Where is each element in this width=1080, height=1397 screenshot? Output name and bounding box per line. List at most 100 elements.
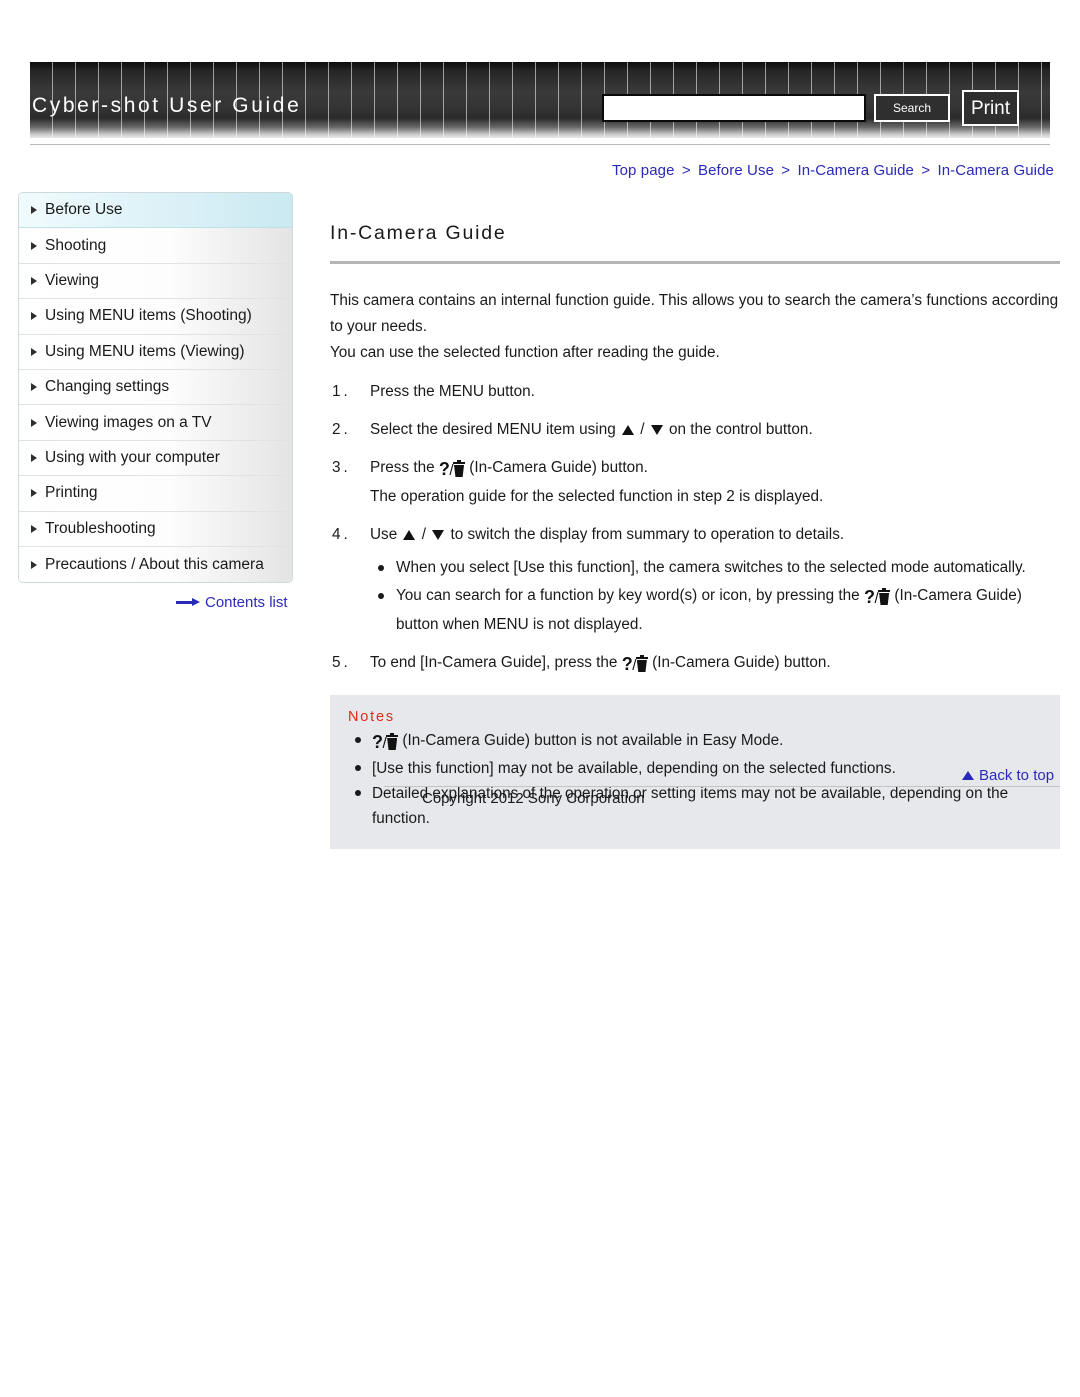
chevron-right-icon [31,453,37,462]
sidebar-item-shooting[interactable]: Shooting [19,228,292,264]
step-text-after: (In-Camera Guide) button. [469,459,648,476]
sidebar-item-label: Viewing [45,271,100,289]
breadcrumb-item-top-page[interactable]: Top page [612,162,675,179]
sidebar-item-using-with-your-computer[interactable]: Using with your computer [19,440,292,477]
breadcrumb-item-current[interactable]: In-Camera Guide [937,162,1054,179]
step-4-bullet-1: When you select [Use this function], the… [370,555,1060,581]
note-item-1: ?/ (In-Camera Guide) button is not avail… [348,728,1042,756]
note-item-2: [Use this function] may not be available… [348,756,1042,781]
triangle-up-icon [962,771,974,780]
sidebar-item-before-use[interactable]: Before Use [19,193,292,229]
step-number: 5. [332,654,351,671]
notes-box: Notes ?/ (In-Camera Guide) button is not… [330,695,1060,849]
title-divider [330,261,1060,264]
copyright-text: Copyright 2012 Sony Corporation [422,790,645,807]
bullet-text: When you select [Use this function], the… [396,559,1026,576]
back-to-top-label: Back to top [979,767,1055,784]
question-trash-icon: ?/ [372,730,399,756]
triangle-up-icon [621,425,634,435]
triangle-up-icon [403,530,416,540]
sidebar-item-label: Shooting [45,236,107,254]
triangle-down-icon [432,530,445,540]
sidebar-item-using-menu-items-viewing[interactable]: Using MENU items (Viewing) [19,334,292,370]
step-3: 3. Press the ?/ (In-Camera Guide) button… [330,455,1060,510]
note-text: (In-Camera Guide) button is not availabl… [402,732,784,749]
intro-paragraph-1: This camera contains an internal functio… [330,292,1059,335]
step-text-before: Press the [370,459,435,476]
chevron-right-icon [31,206,37,215]
step-text-before: Select the desired MENU item using [370,421,616,438]
sidebar-item-printing[interactable]: Printing [19,476,292,512]
chevron-right-icon [31,312,37,321]
chevron-right-icon [31,560,37,569]
chevron-right-icon [31,276,37,285]
step-text-before: Use [370,526,398,543]
step-number: 4. [332,526,351,543]
bullet-text-before: You can search for a function by key wor… [396,587,860,604]
arrow-right-icon [176,598,201,607]
sidebar-item-label: Viewing images on a TV [45,413,212,431]
step-4-bullet-2: You can search for a function by key wor… [370,583,1060,638]
sidebar-item-label: Precautions / About this camera [45,555,264,573]
step-text-before: To end [In-Camera Guide], press the [370,654,618,671]
sidebar-item-label: Before Use [45,201,123,219]
breadcrumb-separator: > [681,162,691,179]
breadcrumb-item-before-use[interactable]: Before Use [698,162,774,179]
breadcrumb: Top page > Before Use > In-Camera Guide … [612,162,1054,179]
intro-paragraph-2: You can use the selected function after … [330,344,720,361]
question-trash-icon: ?/ [864,584,891,612]
notes-list: ?/ (In-Camera Guide) button is not avail… [348,728,1042,831]
sidebar-item-viewing-images-on-a-tv[interactable]: Viewing images on a TV [19,405,292,441]
chevron-right-icon [31,524,37,533]
search-input[interactable] [602,94,866,122]
breadcrumb-separator: > [921,162,931,179]
step-text-after: to switch the display from summary to op… [450,526,845,543]
step-text-middle: / [640,421,645,438]
site-title: Cyber-shot User Guide [32,94,302,117]
question-trash-icon: ?/ [439,456,466,484]
notes-title: Notes [348,709,395,725]
chevron-right-icon [31,241,37,250]
step-number: 1. [332,383,351,400]
triangle-down-icon [650,425,663,435]
footer-divider [384,786,1060,787]
sidebar-item-label: Troubleshooting [45,519,156,537]
contents-list-label: Contents list [205,594,288,611]
step-text-after: (In-Camera Guide) button. [652,654,831,671]
step-4: 4. Use / to switch the display from summ… [330,522,1060,638]
sidebar-item-label: Using MENU items (Viewing) [45,342,245,360]
sidebar-item-label: Changing settings [45,378,170,396]
print-button[interactable]: Print [962,90,1019,126]
main-content: In-Camera Guide This camera contains an … [330,222,1060,849]
step-number: 3. [332,459,351,476]
question-trash-icon: ?/ [622,651,648,679]
contents-list-link[interactable]: Contents list [176,594,288,611]
back-to-top-link[interactable]: Back to top [962,767,1054,784]
step-5: 5. To end [In-Camera Guide], press the ?… [330,650,1060,679]
step-2: 2. Select the desired MENU item using / … [330,417,1060,443]
sidebar-item-viewing[interactable]: Viewing [19,263,292,300]
search-button[interactable]: Search [874,94,950,122]
step-text-middle: / [421,526,426,543]
chevron-right-icon [31,489,37,498]
sidebar-item-changing-settings[interactable]: Changing settings [19,369,292,406]
sidebar-item-troubleshooting[interactable]: Troubleshooting [19,511,292,547]
note-text: [Use this function] may not be available… [372,760,896,777]
sidebar-item-using-menu-items-shooting[interactable]: Using MENU items (Shooting) [19,299,292,335]
step-subtext: The operation guide for the selected fun… [370,488,824,505]
step-1: 1. Press the MENU button. [330,379,1060,405]
sidebar-item-label: Printing [45,484,98,502]
steps-list: 1. Press the MENU button. 2. Select the … [330,379,1060,679]
header-divider [30,144,1050,145]
chevron-right-icon [31,418,37,427]
step-text: Press the MENU button. [370,383,535,400]
page-title: In-Camera Guide [330,222,507,244]
sidebar-item-precautions-about-this-camera[interactable]: Precautions / About this camera [19,546,292,583]
sidebar-navigation: Before Use Shooting Viewing Using MENU i… [18,192,293,584]
step-4-bullets: When you select [Use this function], the… [370,555,1060,638]
sidebar-item-label: Using MENU items (Shooting) [45,307,252,325]
step-number: 2. [332,421,351,438]
sidebar-item-label: Using with your computer [45,448,220,466]
breadcrumb-item-in-camera-guide[interactable]: In-Camera Guide [797,162,914,179]
step-text-after: on the control button. [668,421,813,438]
